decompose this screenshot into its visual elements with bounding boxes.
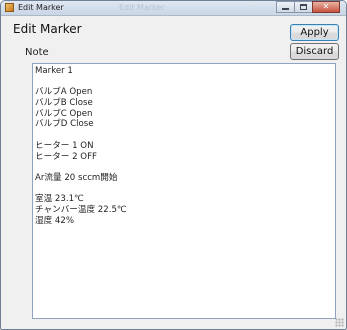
apply-button[interactable]: Apply	[290, 24, 339, 41]
close-button[interactable]: ✕	[312, 1, 340, 13]
note-label: Note	[25, 47, 49, 58]
note-line: チャンバー温度 22.5℃	[35, 204, 127, 215]
note-line: バルブA Open	[35, 87, 93, 98]
note-line: Marker 1	[35, 66, 73, 76]
caption-buttons: ✕	[276, 1, 340, 13]
note-line	[35, 184, 333, 195]
note-line: ヒーター 2 OFF	[35, 151, 97, 162]
maximize-icon	[300, 4, 307, 10]
note-line: ヒーター 1 ON	[35, 140, 94, 151]
minimize-button[interactable]	[276, 1, 295, 13]
edit-marker-window: Edit Marker Edit Marker ✕ Edit Marker Ap…	[0, 0, 347, 330]
page-title: Edit Marker	[13, 22, 82, 36]
note-textarea[interactable]: Marker 1 バルブA Open バルブB Close バルブC Open …	[32, 63, 336, 319]
note-line: バルブB Close	[35, 98, 93, 109]
resize-grip[interactable]	[335, 318, 344, 327]
note-line: バルブC Open	[35, 108, 93, 119]
discard-button[interactable]: Discard	[290, 43, 339, 60]
close-icon: ✕	[322, 2, 330, 11]
app-icon	[5, 3, 14, 12]
note-line: 室温 23.1℃	[35, 194, 84, 205]
note-line	[35, 130, 333, 141]
note-line: バルブD Close	[35, 119, 94, 130]
note-line: 湿度 42%	[35, 215, 75, 226]
maximize-button[interactable]	[294, 1, 313, 13]
background-window-title: Edit Marker	[119, 3, 165, 12]
note-line: Ar流量 20 sccm開始	[35, 172, 118, 183]
window-title: Edit Marker	[18, 3, 64, 12]
note-line	[35, 77, 333, 88]
title-bar[interactable]: Edit Marker Edit Marker ✕	[1, 1, 346, 16]
minimize-icon	[282, 8, 289, 10]
note-line	[35, 162, 333, 173]
